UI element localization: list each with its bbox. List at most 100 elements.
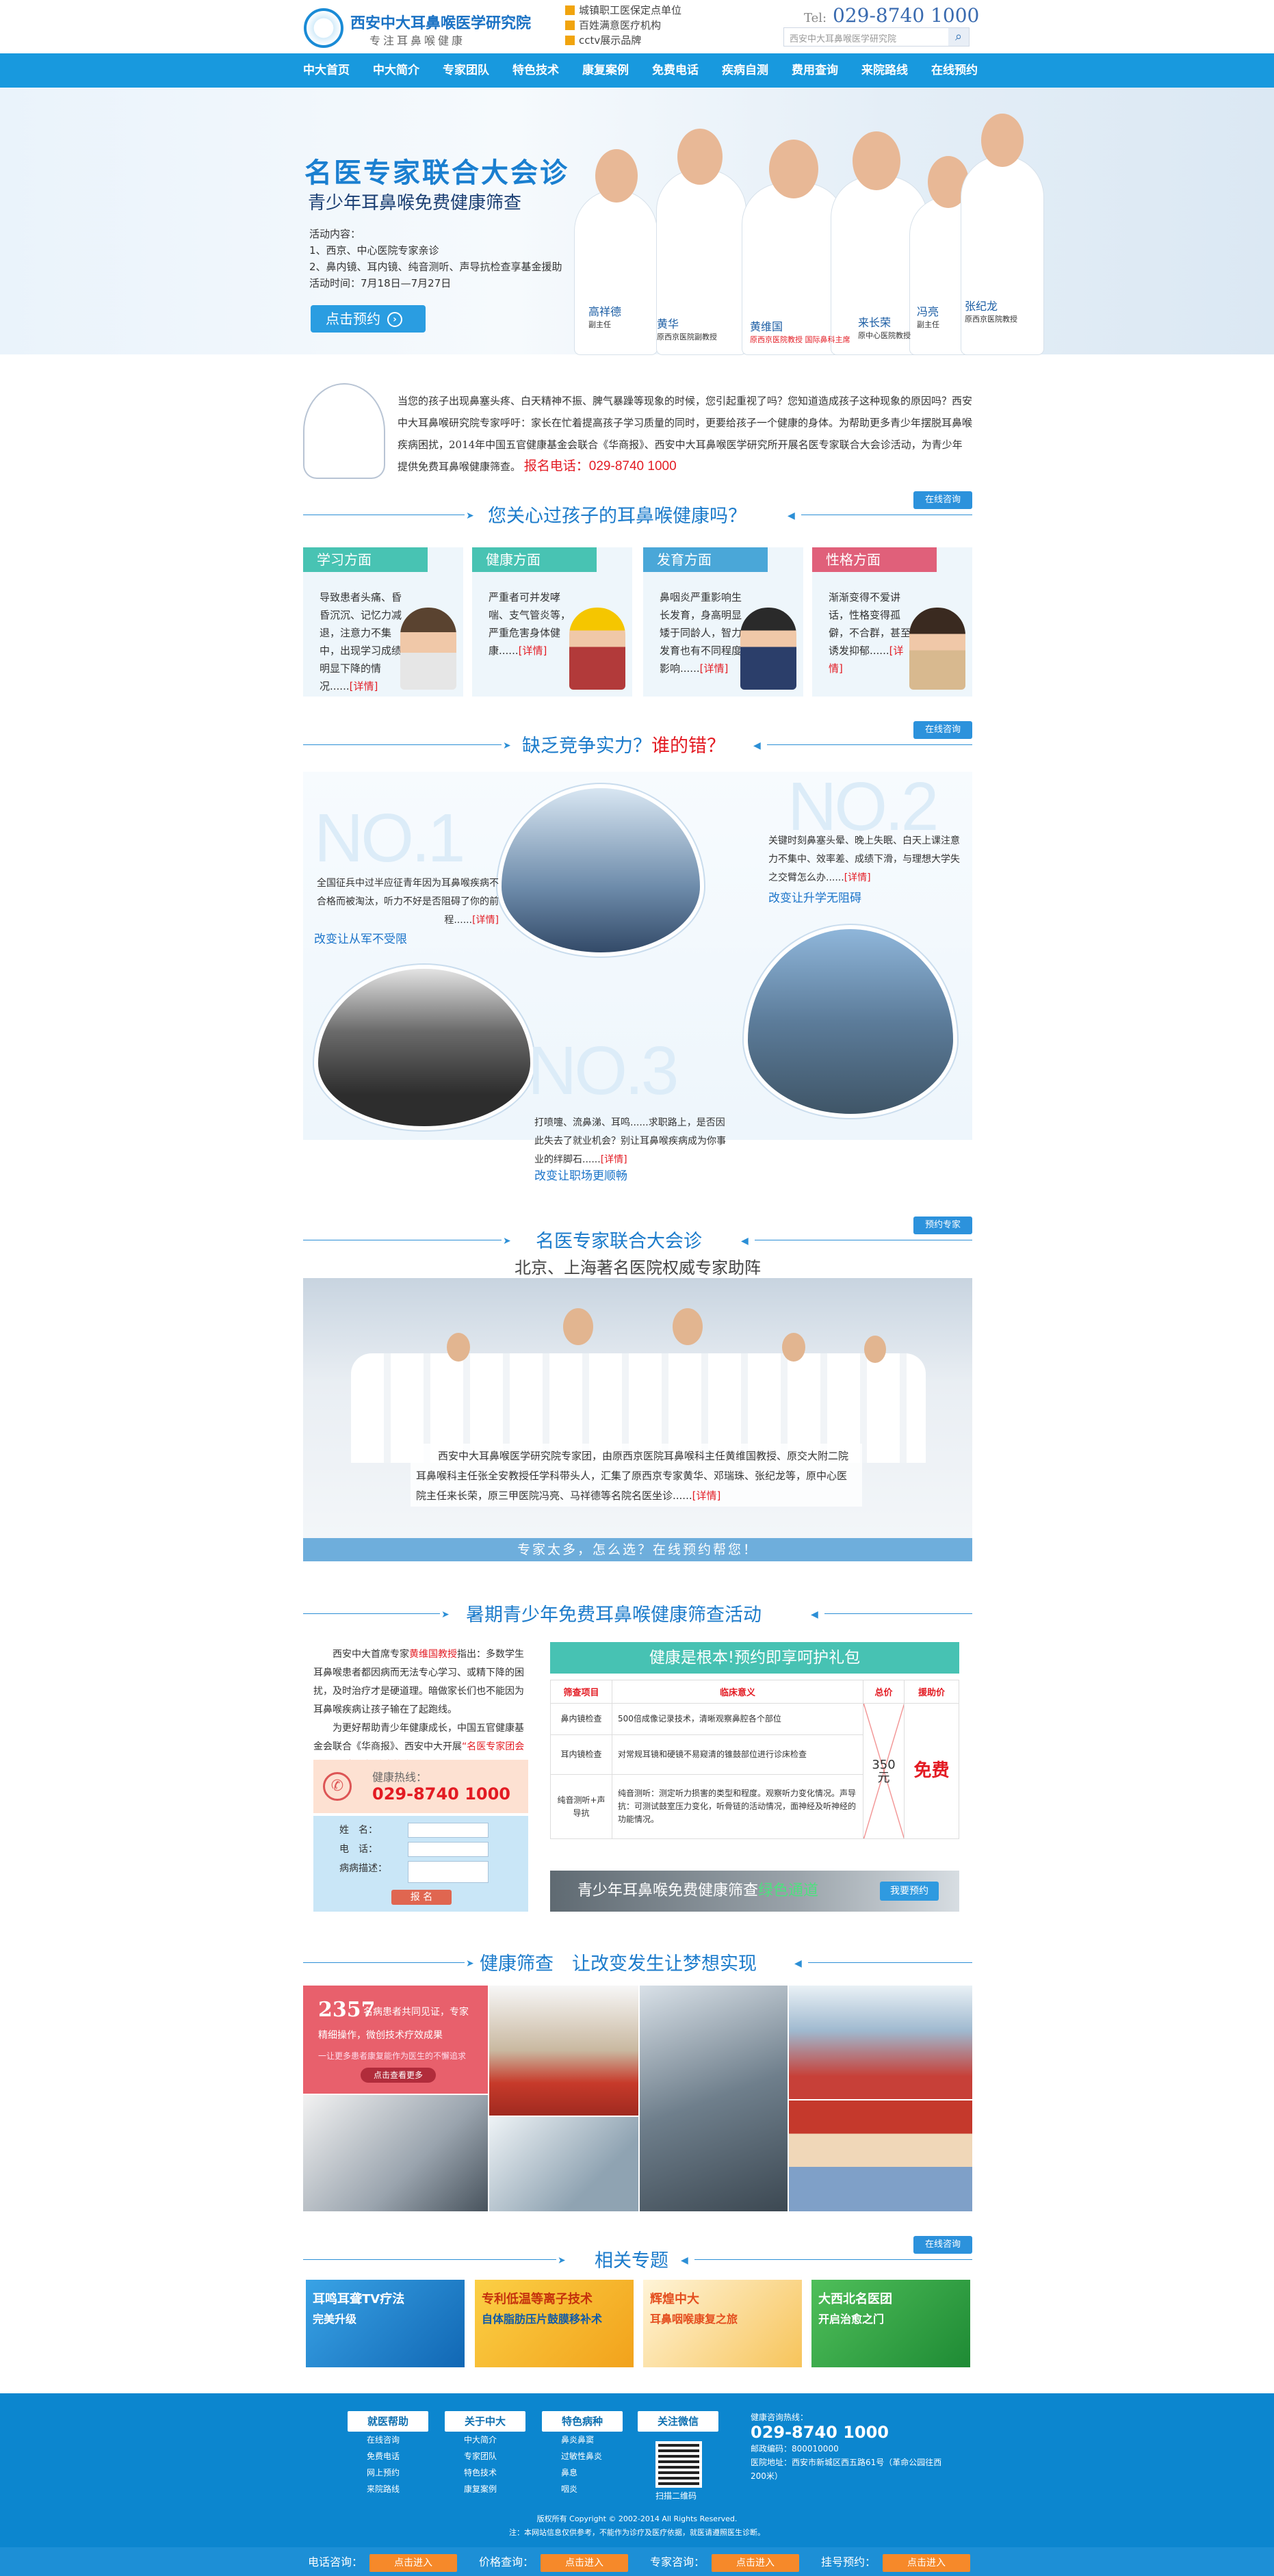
search-icon[interactable]: ⌕ [948, 28, 969, 46]
nav-item[interactable]: 中大简介 [373, 53, 419, 88]
banner-book-button[interactable]: 点击预约 › [311, 305, 426, 333]
consult-tag-button[interactable]: 在线咨询 [913, 721, 972, 739]
nav-item[interactable]: 来院路线 [861, 53, 908, 88]
enter-button[interactable]: 点击进入 [369, 2554, 458, 2572]
logo-slogan: 专注耳鼻喉健康 [369, 34, 466, 47]
arrow-left-icon: ◀ [788, 510, 795, 521]
nav-item[interactable]: 费用查询 [792, 53, 838, 88]
consult-tag-button[interactable]: 在线咨询 [913, 491, 972, 509]
doctor-face [563, 1308, 593, 1345]
footer-link[interactable]: 鼻炎鼻窦 [561, 2432, 623, 2448]
logo[interactable]: 西安中大耳鼻喉医学研究院 专注耳鼻喉健康 [304, 7, 543, 48]
arrow-right-icon: ➤ [503, 740, 511, 751]
section-title: 健康筛查 让改变发生让梦想实现 [480, 1953, 757, 1975]
card-text: 导致患者头痛、昏昏沉沉、记忆力减退，注意力不集中，出现学习成绩明显下降的情况..… [320, 591, 402, 692]
footer-link[interactable]: 在线咨询 [367, 2432, 428, 2448]
doctor-photo [961, 156, 1043, 354]
doctor-face [981, 114, 1024, 167]
case-counter: 2357 名病患者共同见证，专家 精细操作，微创技术疗效成果 一让更多患者康复能… [303, 1986, 488, 2094]
nav-item[interactable]: 免费电话 [652, 53, 699, 88]
topic-banner[interactable]: 耳鸣耳聋TV疗法 完美升级 [306, 2280, 465, 2367]
nav-item[interactable]: 在线预约 [931, 53, 978, 88]
arrow-right-icon: ➤ [466, 1958, 474, 1969]
footer-link[interactable]: 网上预约 [367, 2464, 428, 2481]
no1-link[interactable]: 改变让从军不受限 [314, 929, 407, 946]
wechat-qr-icon [655, 2441, 702, 2488]
book-now-button[interactable]: 我要预约 [880, 1882, 939, 1901]
expert-consult-bar[interactable]: 专家太多，怎么选？在线预约帮您！ [303, 1538, 972, 1561]
banner-activity: 活动内容： 1、西京、中心医院专家亲诊 2、鼻内镜、耳内镜、纯音测听、声导抗检查… [309, 228, 562, 289]
submit-button[interactable]: 报 名 [391, 1890, 452, 1905]
card[interactable]: 发育方面 鼻咽炎严重影响生长发育，身高明显矮于同龄人，智力发育也有不同程度影响.… [643, 547, 803, 697]
doctor-label: 黄华 原西京医院副教授 [657, 317, 717, 341]
footer-column: 特色病种 鼻炎鼻窦 过敏性鼻炎 鼻息 咽炎 [542, 2411, 623, 2497]
hotline-label: 健康热线： [372, 1771, 428, 1784]
nav-item[interactable]: 疾病自测 [722, 53, 768, 88]
footer-link[interactable]: 鼻息 [561, 2464, 623, 2481]
card[interactable]: 健康方面 严重者可并发哮喘、支气管炎等，严重危害身体健康......[详情] [472, 547, 632, 697]
badge-icon [565, 36, 575, 45]
search-box[interactable]: 西安中大耳鼻喉医学研究院 ⌕ [783, 27, 970, 47]
card-text: 鼻咽炎严重影响生长发育，身高明显矮于同龄人，智力发育也有不同程度影响......… [660, 591, 742, 675]
footer-column: 关于中大 中大简介 专家团队 特色技术 康复案例 [445, 2411, 525, 2497]
intro-section: 当您的孩子出现鼻塞头疼、白天精神不振、脾气暴躁等现象的时候，您引起重视了吗？您知… [303, 383, 974, 486]
footer-link[interactable]: 康复案例 [464, 2481, 525, 2497]
enter-button[interactable]: 点击进入 [883, 2554, 971, 2572]
enter-button[interactable]: 点击进入 [541, 2554, 629, 2572]
footer-link[interactable]: 来院路线 [367, 2481, 428, 2497]
logo-emblem-icon [304, 8, 343, 48]
logo-title: 西安中大耳鼻喉医学研究院 [350, 15, 532, 32]
gift-title: 健康是根本!预约即享呵护礼包 [550, 1642, 959, 1674]
nav-item[interactable]: 中大首页 [303, 53, 350, 88]
doctor-face [677, 129, 723, 185]
hotline-box[interactable]: ✆ 健康热线： 029-8740 1000 [313, 1760, 528, 1813]
search-input[interactable]: 西安中大耳鼻喉医学研究院 [790, 31, 896, 44]
arrow-right-icon: ➤ [466, 510, 474, 521]
phone-field: 电 话： [339, 1840, 489, 1858]
child-photo [400, 608, 456, 690]
arrow-left-icon: ◀ [681, 2255, 688, 2266]
activity-intro: 西安中大首席专家黄维国教授指出：多数学生耳鼻喉患者都因病而无法专心学习、或精下降… [313, 1649, 525, 1771]
card[interactable]: 学习方面 导致患者头痛、昏昏沉沉、记忆力减退，注意力不集中，出现学习成绩明显下降… [303, 547, 463, 697]
footer-link[interactable]: 咽炎 [561, 2481, 623, 2497]
section-subtitle: 北京、上海著名医院权威专家助阵 [515, 1258, 761, 1277]
divider [767, 744, 972, 745]
card-title: 学习方面 [303, 547, 428, 572]
doctor-label: 来长荣 原中心医院教授 [858, 316, 911, 340]
topic-banner[interactable]: 大西北名医团 开启治愈之门 [811, 2280, 970, 2367]
bottom-bar: 电话咨询： 点击进入 价格查询： 点击进入 专家咨询： 点击进入 挂号预约： 点击进入 [0, 2547, 1274, 2576]
consult-tag-button[interactable]: 在线咨询 [913, 2236, 972, 2254]
section-header: ➤ 相关专题 ◀ 在线咨询 [303, 2236, 972, 2273]
no3-link[interactable]: 改变让职场更顺畅 [534, 1166, 627, 1183]
phone-input[interactable] [408, 1842, 489, 1857]
book-expert-tag-button[interactable]: 预约专家 [913, 1217, 972, 1234]
footer-link[interactable]: 中大简介 [464, 2432, 525, 2448]
nav-item[interactable]: 康复案例 [582, 53, 629, 88]
footer-link[interactable]: 特色技术 [464, 2464, 525, 2481]
case-photo [789, 1986, 972, 2099]
doctor-photo [575, 190, 657, 354]
desc-input[interactable] [408, 1861, 489, 1883]
banner-subtitle: 青少年耳鼻喉免费健康筛查 [308, 193, 522, 213]
card[interactable]: 性格方面 渐渐变得不爱讲话，性格变得孤僻，不合群，甚至诱发抑郁......[详情… [812, 547, 972, 697]
enter-button[interactable]: 点击进入 [712, 2554, 800, 2572]
topic-banner[interactable]: 专利低温等离子技术 自体脂肪压片鼓膜移补术 [475, 2280, 634, 2367]
view-more-button[interactable]: 点击查看更多 [361, 2068, 436, 2083]
footer-link[interactable]: 过敏性鼻炎 [561, 2448, 623, 2464]
name-input[interactable] [408, 1823, 489, 1838]
nav-item[interactable]: 专家团队 [443, 53, 489, 88]
name-field: 姓 名： [339, 1821, 489, 1839]
case-photo [303, 2095, 488, 2211]
copyright: 版权所有 Copyright © 2002-2014 All Rights Re… [509, 2514, 765, 2537]
footer-link[interactable]: 专家团队 [464, 2448, 525, 2464]
case-photo [789, 2100, 972, 2211]
topic-banner[interactable]: 辉煌中大 耳鼻咽喉康复之旅 [643, 2280, 802, 2367]
green-channel-banner[interactable]: 青少年耳鼻喉免费健康筛查绿色通道 我要预约 [550, 1871, 959, 1912]
card-text: 严重者可并发哮喘、支气管炎等，严重危害身体健康......[详情] [489, 591, 571, 657]
footer-link[interactable]: 免费电话 [367, 2448, 428, 2464]
no2-link[interactable]: 改变让升学无阻碍 [768, 888, 861, 905]
screening-table: 筛查项目 临床意义 总价 援助价 鼻内镜检查 500倍成像记录技术，清晰观察鼻腔… [550, 1680, 959, 1839]
section-title: 相关专题 [595, 2250, 668, 2272]
nav-item[interactable]: 特色技术 [512, 53, 559, 88]
arrow-left-icon: ◀ [811, 1609, 818, 1620]
